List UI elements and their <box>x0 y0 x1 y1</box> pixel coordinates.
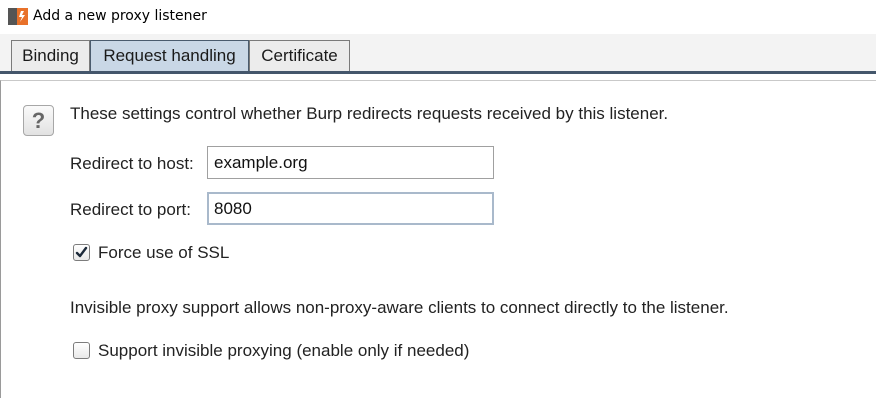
force-ssl-label[interactable]: Force use of SSL <box>98 243 229 263</box>
invisible-proxy-text: Invisible proxy support allows non-proxy… <box>70 298 729 317</box>
checkmark-icon <box>75 246 88 258</box>
tab-underline <box>0 71 876 74</box>
intro-text: These settings control whether Burp redi… <box>70 104 669 123</box>
title-bar: Add a new proxy listener <box>0 0 876 34</box>
invisible-proxy-label[interactable]: Support invisible proxying (enable only … <box>98 341 469 361</box>
invisible-proxy-checkbox[interactable] <box>73 342 90 359</box>
redirect-host-label: Redirect to host: <box>70 154 194 173</box>
redirect-host-input[interactable]: example.org <box>207 146 494 179</box>
tab-request-handling[interactable]: Request handling <box>90 40 249 71</box>
question-icon[interactable]: ? <box>23 105 54 136</box>
burp-icon <box>8 8 28 25</box>
redirect-port-label: Redirect to port: <box>70 200 191 219</box>
redirect-port-input[interactable]: 8080 <box>207 192 494 225</box>
tab-binding[interactable]: Binding <box>11 40 90 71</box>
window-title: Add a new proxy listener <box>33 8 207 24</box>
force-ssl-checkbox[interactable] <box>73 244 90 261</box>
tab-certificate[interactable]: Certificate <box>249 40 350 71</box>
